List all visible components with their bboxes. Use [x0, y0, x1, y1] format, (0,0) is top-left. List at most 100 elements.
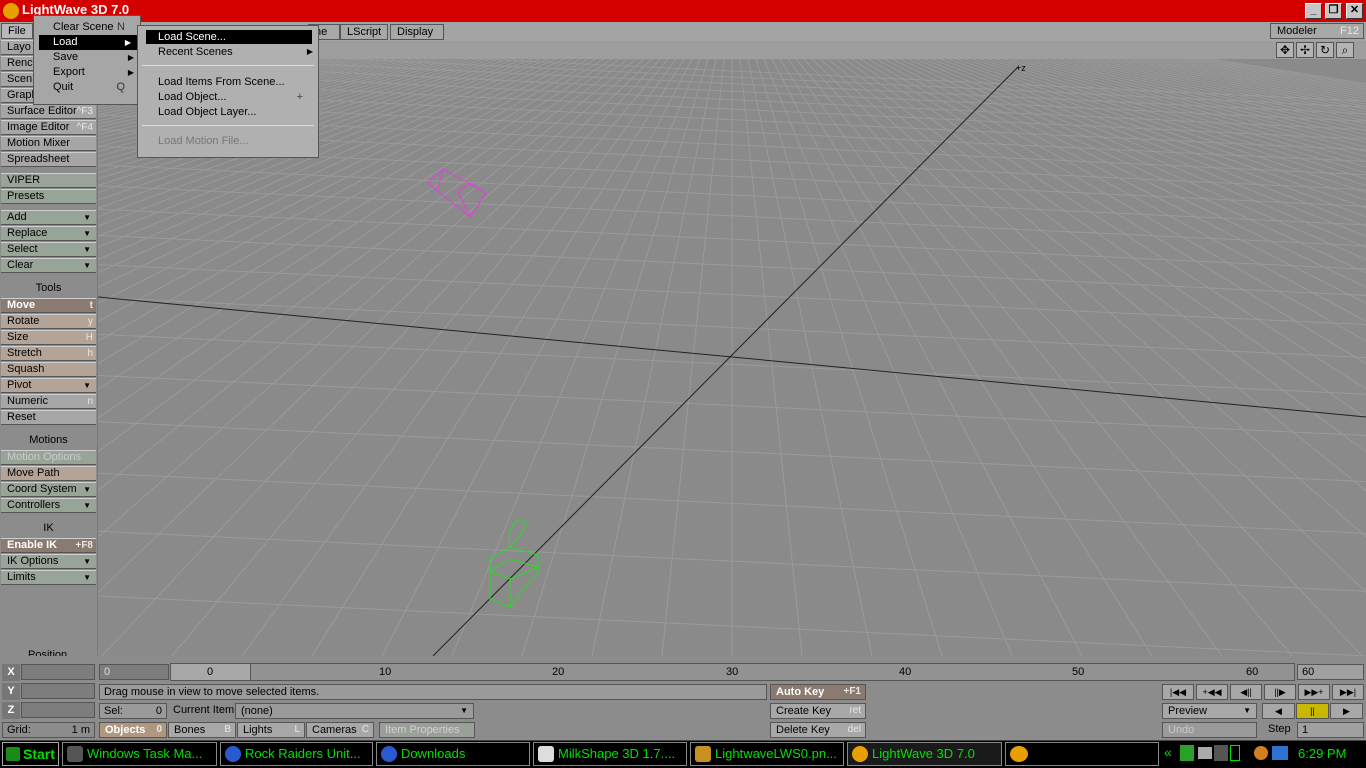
z-position-field[interactable] [21, 702, 95, 718]
cameras-button[interactable]: Cameras C [306, 722, 374, 738]
y-position-field[interactable] [21, 683, 95, 699]
maximize-button[interactable]: ❐ [1325, 3, 1342, 19]
bones-button[interactable]: Bones B [168, 722, 236, 738]
status-bar: Drag mouse in view to move selected item… [99, 684, 767, 700]
step-field[interactable]: 1 [1297, 722, 1364, 738]
pivot-button[interactable]: Pivot ▼ [1, 378, 96, 393]
ik-options-button[interactable]: IK Options ▼ [1, 554, 96, 569]
stretch-tool-button[interactable]: Stretch h [1, 346, 96, 361]
next-frame-icon[interactable]: ||▶ [1264, 684, 1296, 700]
menu-item-quit[interactable]: Quit Q [34, 80, 140, 95]
task-lightwave-3d[interactable]: LightWave 3D 7.0 [847, 742, 1002, 766]
enable-ik-button[interactable]: Enable IK +F8 [1, 538, 96, 553]
file-menu-button[interactable]: File [1, 23, 33, 39]
add-button[interactable]: Add ▼ [1, 210, 96, 225]
menu-item-load-object-layer[interactable]: Load Object Layer... [158, 105, 256, 119]
motion-options-button[interactable]: Motion Options [1, 450, 96, 465]
preview-dropdown[interactable]: Preview ▼ [1162, 703, 1257, 719]
select-button[interactable]: Select ▼ [1, 242, 96, 257]
next-key-icon[interactable]: ▶▶+ [1298, 684, 1330, 700]
tray-update-icon[interactable] [1254, 746, 1268, 760]
presets-button[interactable]: Presets [1, 189, 96, 204]
pause-icon[interactable]: || [1296, 703, 1329, 719]
rotate-tool-button[interactable]: Rotate y [1, 314, 96, 329]
image-editor-button[interactable]: Image Editor ^F4 [1, 120, 96, 135]
start-button[interactable]: Start [2, 742, 59, 766]
end-frame-field[interactable]: 60 [1297, 664, 1364, 680]
numeric-button[interactable]: Numeric n [1, 394, 96, 409]
browser-icon [381, 746, 397, 762]
move-path-button[interactable]: Move Path [1, 466, 96, 481]
timeline-slider[interactable]: 0 10 20 30 40 50 60 [170, 663, 1295, 681]
menu-item-load-items-from-scene[interactable]: Load Items From Scene... [158, 75, 285, 89]
squash-tool-button[interactable]: Squash [1, 362, 96, 377]
task-downloads[interactable]: Downloads [376, 742, 530, 766]
viper-button[interactable]: VIPER [1, 173, 96, 188]
first-frame-icon[interactable]: |◀◀ [1162, 684, 1194, 700]
menu-item-recent-scenes[interactable]: Recent Scenes ▶ [158, 45, 313, 59]
surface-editor-button[interactable]: Surface Editor ^F3 [1, 104, 96, 119]
task-milkshape[interactable]: MilkShape 3D 1.7.... [533, 742, 687, 766]
start-frame-field[interactable]: 0 [99, 664, 169, 680]
spreadsheet-button[interactable]: Spreadsheet [1, 152, 96, 167]
lightwave-logo-icon[interactable] [1010, 746, 1028, 762]
undo-button[interactable]: Undo [1162, 722, 1257, 738]
load-object-shortcut: + [296, 91, 303, 103]
zoom-view-icon[interactable]: ⌕ [1336, 42, 1354, 58]
x-position-field[interactable] [21, 664, 95, 680]
menu-item-clear-scene[interactable]: Clear Scene N [34, 20, 140, 35]
tray-app-icon[interactable] [1180, 745, 1194, 761]
task-windows-task-manager[interactable]: Windows Task Ma... [62, 742, 217, 766]
size-tool-button[interactable]: Size H [1, 330, 96, 345]
tray-device-icon[interactable] [1198, 747, 1212, 759]
minimize-button[interactable]: _ [1305, 3, 1322, 19]
tab-display[interactable]: Display [390, 24, 444, 40]
grid-size-field[interactable]: Grid: 1 m [2, 722, 95, 738]
dropdown-arrow-icon: ▼ [83, 213, 91, 222]
play-forward-icon[interactable]: ▶ [1330, 703, 1363, 719]
menu-item-save[interactable]: Save ▶ [34, 50, 140, 65]
move-view-icon[interactable]: ✥ [1276, 42, 1294, 58]
auto-key-button[interactable]: Auto Key +F1 [770, 684, 866, 700]
rotate-view-icon[interactable]: ↻ [1316, 42, 1334, 58]
select-label: Select [7, 243, 38, 255]
tab-lscript[interactable]: LScript [340, 24, 388, 40]
controllers-button[interactable]: Controllers ▼ [1, 498, 96, 513]
limits-button[interactable]: Limits ▼ [1, 570, 96, 585]
reset-button[interactable]: Reset [1, 410, 96, 425]
play-reverse-icon[interactable]: ◀ [1262, 703, 1295, 719]
surface-editor-shortcut: ^F3 [76, 106, 93, 117]
last-frame-icon[interactable]: ▶▶| [1332, 684, 1364, 700]
replace-button[interactable]: Replace ▼ [1, 226, 96, 241]
task-lightwave-png[interactable]: LightwaveLWS0.pn... [690, 742, 844, 766]
menu-item-export[interactable]: Export ▶ [34, 65, 140, 80]
paint-icon [695, 746, 711, 762]
load-label: Load [53, 36, 78, 48]
coord-system-button[interactable]: Coord System ▼ [1, 482, 96, 497]
move-tool-button[interactable]: Move t [1, 298, 96, 313]
controllers-label: Controllers [7, 499, 61, 511]
create-key-button[interactable]: Create Key ret [770, 703, 866, 719]
item-properties-button[interactable]: Item Properties [379, 722, 475, 738]
previous-frame-icon[interactable]: ◀|| [1230, 684, 1262, 700]
pan-view-icon[interactable]: ✢ [1296, 42, 1314, 58]
motion-mixer-button[interactable]: Motion Mixer [1, 136, 96, 151]
tray-network-icon[interactable] [1214, 745, 1228, 761]
current-item-dropdown[interactable]: (none) ▼ [235, 703, 474, 719]
menu-item-load-object[interactable]: Load Object... + [158, 90, 303, 104]
tray-battery-icon[interactable] [1230, 745, 1240, 761]
delete-key-button[interactable]: Delete Key del [770, 722, 866, 738]
modeler-button[interactable]: Modeler F12 [1270, 23, 1364, 39]
clear-button[interactable]: Clear ▼ [1, 258, 96, 273]
menu-item-load[interactable]: Load ▶ [39, 35, 137, 50]
stretch-label: Stretch [7, 347, 42, 359]
tray-expand-arrow[interactable]: « [1164, 744, 1172, 760]
dropdown-arrow-icon: ▼ [83, 501, 91, 510]
menu-item-load-scene[interactable]: Load Scene... [146, 30, 312, 44]
close-button[interactable]: ✕ [1346, 3, 1363, 19]
previous-key-icon[interactable]: +◀◀ [1196, 684, 1228, 700]
objects-button[interactable]: Objects 0 [99, 722, 167, 738]
tray-display-icon[interactable] [1272, 746, 1288, 760]
lights-button[interactable]: Lights L [237, 722, 305, 738]
task-rock-raiders[interactable]: Rock Raiders Unit... [220, 742, 373, 766]
